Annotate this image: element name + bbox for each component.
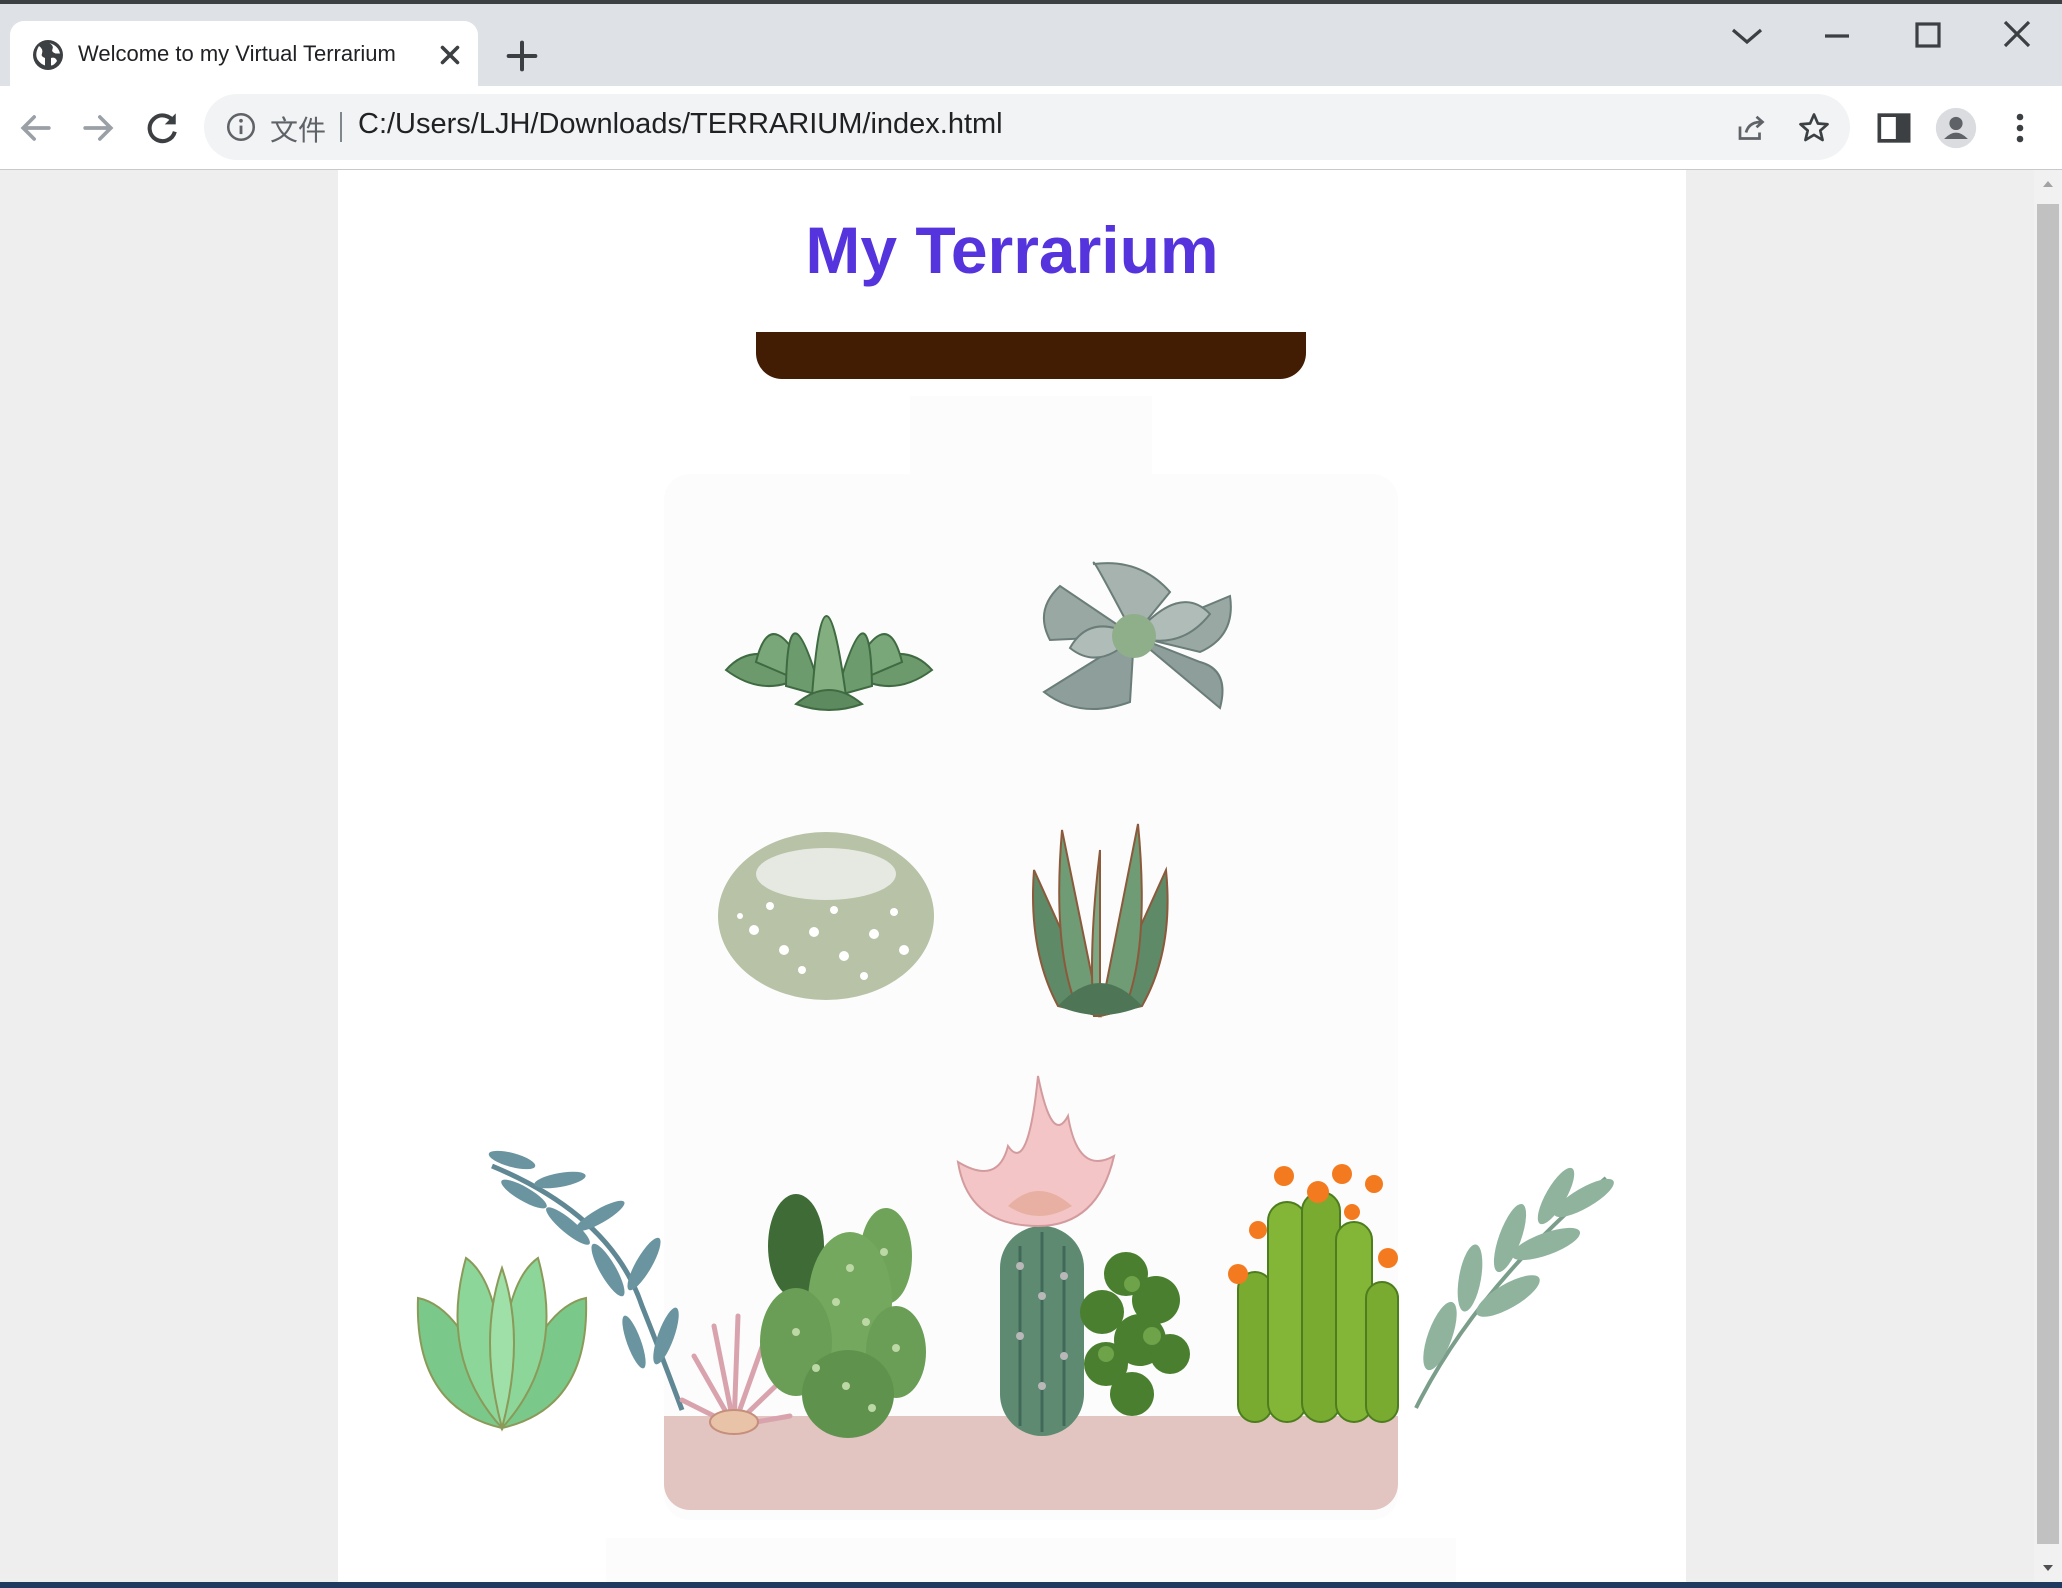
side-panel-icon[interactable] (1872, 106, 1916, 150)
file-scheme-label: 文件 (270, 115, 327, 146)
site-info-icon[interactable] (224, 110, 258, 144)
bookmark-star-icon[interactable] (1796, 110, 1832, 146)
plant6[interactable] (482, 1146, 702, 1416)
jar-top (910, 396, 1152, 476)
profile-avatar-icon[interactable] (1934, 106, 1978, 150)
reload-icon[interactable] (140, 106, 184, 150)
new-tab-icon[interactable] (502, 36, 542, 76)
close-window-icon[interactable] (1987, 16, 2047, 56)
taskbar-edge (0, 1582, 2062, 1588)
minimize-icon[interactable] (1807, 16, 1867, 56)
scroll-up-arrow-icon[interactable] (2038, 174, 2058, 194)
close-tab-icon[interactable] (432, 37, 468, 73)
plant12[interactable] (1406, 1167, 1616, 1412)
page-body: My Terrarium (338, 170, 1686, 1582)
tab-search-chevron-icon[interactable] (1717, 16, 1777, 56)
forward-arrow-icon[interactable] (76, 106, 120, 150)
share-icon[interactable] (1734, 110, 1770, 146)
jar-lid (756, 332, 1306, 379)
scroll-down-arrow-icon[interactable] (2038, 1558, 2058, 1578)
vertical-scrollbar[interactable] (2034, 170, 2062, 1582)
jar-bottom (606, 1538, 1456, 1582)
maximize-icon[interactable] (1897, 16, 1957, 56)
back-arrow-icon[interactable] (14, 106, 58, 150)
scrollbar-thumb[interactable] (2037, 204, 2059, 1544)
plant8[interactable] (756, 1172, 932, 1442)
address-divider (340, 112, 342, 142)
more-menu-icon[interactable] (1998, 106, 2042, 150)
browser-toolbar: 文件 C:/Users/LJH/Downloads/TERRARIUM/inde… (0, 86, 2062, 170)
plant4[interactable] (1018, 810, 1182, 1020)
tab-strip: Welcome to my Virtual Terrarium (0, 4, 2062, 89)
plant2[interactable] (1030, 552, 1238, 720)
address-bar[interactable]: 文件 C:/Users/LJH/Downloads/TERRARIUM/inde… (204, 94, 1850, 160)
plant11[interactable] (1224, 1162, 1410, 1423)
plant10[interactable] (1066, 1244, 1192, 1418)
globe-icon (33, 40, 63, 70)
plant3[interactable] (714, 820, 938, 1004)
plant1[interactable] (716, 536, 942, 716)
page-title: My Terrarium (805, 213, 1219, 287)
url-text[interactable]: C:/Users/LJH/Downloads/TERRARIUM/index.h… (358, 108, 1003, 141)
tab-title: Welcome to my Virtual Terrarium (78, 41, 396, 66)
browser-tab-active[interactable]: Welcome to my Virtual Terrarium (10, 21, 478, 89)
page-viewport: My Terrarium (0, 170, 2034, 1582)
